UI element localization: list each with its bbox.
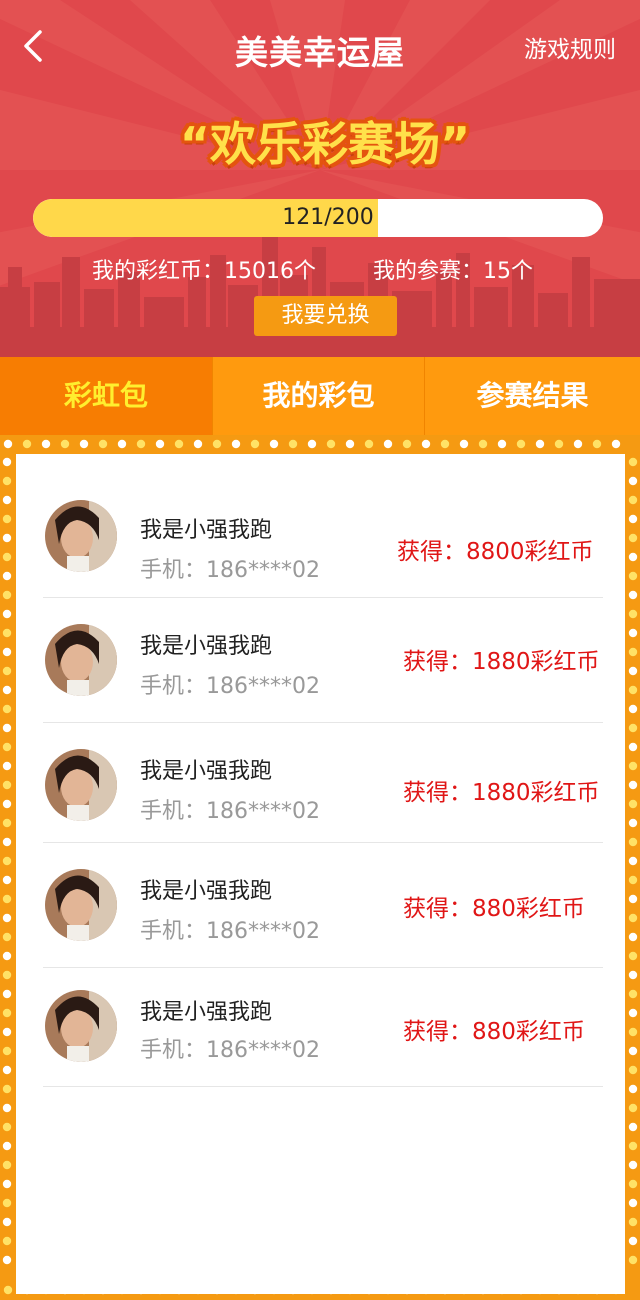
reward-amount: 获得：880彩红币 — [403, 896, 585, 922]
user-phone: 手机：186****02 — [140, 1038, 320, 1063]
tab-results[interactable]: 参赛结果 — [425, 357, 640, 435]
reward-amount: 获得：1880彩红币 — [403, 649, 600, 675]
tab-bar: 彩虹包 我的彩包 参赛结果 — [0, 357, 640, 435]
avatar — [45, 990, 117, 1062]
reward-amount: 获得：8800彩红币 — [397, 539, 594, 565]
user-name: 我是小强我跑 — [140, 634, 273, 659]
results-list[interactable]: 我是小强我跑 手机：186****02 获得：8800彩红币 我是小强我跑 手机… — [16, 454, 625, 1294]
user-phone: 手机：186****02 — [140, 674, 320, 699]
progress-text: 121/200 — [282, 205, 374, 230]
reward-amount: 获得：1880彩红币 — [403, 780, 600, 806]
entry-count: 我的参赛：15个 — [373, 259, 533, 284]
top-navigation-bar: 美美幸运屋 游戏规则 — [0, 0, 640, 96]
user-name: 我是小强我跑 — [140, 759, 273, 784]
tab-my-pack[interactable]: 我的彩包 — [213, 357, 424, 435]
coin-balance: 我的彩红币：15016个 — [92, 259, 316, 284]
user-phone: 手机：186****02 — [140, 919, 320, 944]
list-item[interactable]: 我是小强我跑 手机：186****02 获得：1880彩红币 — [43, 723, 603, 843]
tab-rainbow-pack[interactable]: 彩虹包 — [0, 357, 212, 435]
user-name: 我是小强我跑 — [140, 518, 273, 543]
event-banner: “欢乐彩赛场” — [150, 108, 500, 180]
results-frame: 我是小强我跑 手机：186****02 获得：8800彩红币 我是小强我跑 手机… — [0, 436, 640, 1300]
event-banner-title: “欢乐彩赛场” — [179, 117, 471, 171]
city-skyline — [0, 235, 640, 357]
avatar — [45, 500, 117, 572]
list-item[interactable]: 我是小强我跑 手机：186****02 获得：880彩红币 — [43, 843, 603, 968]
avatar — [45, 749, 117, 821]
redeem-button[interactable]: 我要兑换 — [254, 296, 397, 336]
user-phone: 手机：186****02 — [140, 799, 320, 824]
reward-amount: 获得：880彩红币 — [403, 1019, 585, 1045]
game-rules-link[interactable]: 游戏规则 — [524, 30, 616, 64]
user-phone: 手机：186****02 — [140, 558, 320, 583]
user-name: 我是小强我跑 — [140, 879, 273, 904]
avatar — [45, 869, 117, 941]
progress-bar: 121/200 — [33, 199, 603, 237]
list-item[interactable]: 我是小强我跑 手机：186****02 获得：880彩红币 — [43, 968, 603, 1087]
user-name: 我是小强我跑 — [140, 1000, 273, 1025]
list-item[interactable]: 我是小强我跑 手机：186****02 获得：1880彩红币 — [43, 598, 603, 723]
hero-header: 美美幸运屋 游戏规则 “欢乐彩赛场” 121/200 我的彩红币：15016个 … — [0, 0, 640, 357]
list-item[interactable]: 我是小强我跑 手机：186****02 获得：8800彩红币 — [43, 482, 603, 598]
avatar — [45, 624, 117, 696]
